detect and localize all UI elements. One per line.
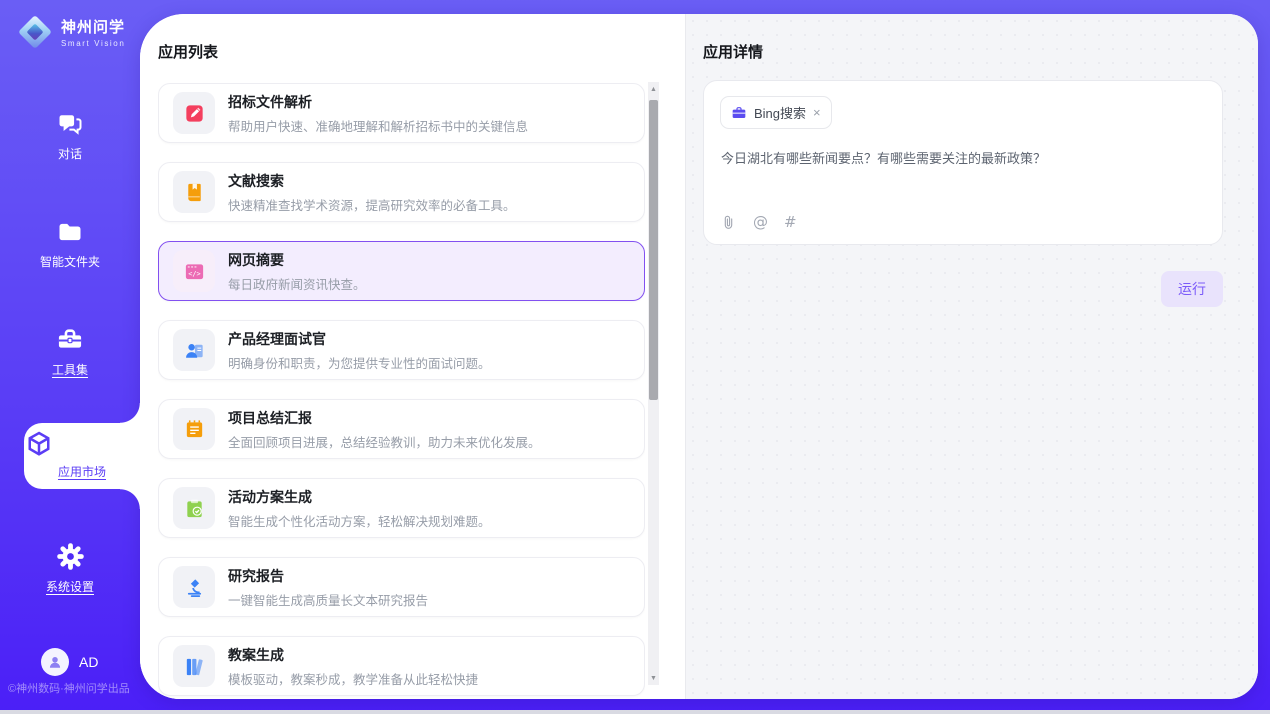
app-name: 研究报告 [228, 566, 428, 586]
browser-code-icon: </> [173, 250, 215, 292]
app-card-web-summary[interactable]: </> 网页摘要 每日政府新闻资讯快查。 [158, 241, 645, 301]
copyright-footer: ©神州数码·神州问学出品 [8, 680, 130, 696]
scrollbar-thumb[interactable] [649, 100, 658, 400]
active-tab-curve-top [120, 403, 140, 423]
chat-icon [0, 110, 140, 138]
note-icon [173, 408, 215, 450]
brand-name: 神州问学 [61, 16, 125, 37]
tool-chip-label: Bing搜索 [754, 103, 806, 122]
app-name: 教案生成 [228, 645, 478, 665]
scrollbar-up-button[interactable]: ▲ [648, 82, 659, 96]
sidebar-item-label: 智能文件夹 [0, 253, 140, 270]
paperclip-icon[interactable] [720, 214, 737, 231]
app-card-bid-doc-parse[interactable]: 招标文件解析 帮助用户快速、准确地理解和解析招标书中的关键信息 [158, 83, 645, 143]
sidebar-item-label: 对话 [0, 145, 140, 162]
run-row: 运行 [703, 271, 1223, 307]
microscope-icon [173, 566, 215, 608]
app-card-research-report[interactable]: 研究报告 一键智能生成高质量长文本研究报告 [158, 557, 645, 617]
brand-logo-icon [16, 13, 54, 51]
app-name: 文献搜索 [228, 171, 516, 191]
sidebar-item-label: 应用市场 [24, 463, 140, 480]
app-card-event-plan[interactable]: 活动方案生成 智能生成个性化活动方案，轻松解决规划难题。 [158, 478, 645, 538]
books-icon [173, 645, 215, 687]
scrollbar-down-button[interactable]: ▼ [648, 671, 659, 685]
run-button[interactable]: 运行 [1161, 271, 1223, 307]
app-name: 网页摘要 [228, 250, 366, 270]
bottom-edge [0, 710, 1270, 714]
app-detail-title: 应用详情 [703, 41, 763, 62]
cube-icon [24, 429, 140, 459]
user-account[interactable]: AD [41, 648, 98, 676]
app-card-pm-interviewer[interactable]: 产品经理面试官 明确身份和职责，为您提供专业性的面试问题。 [158, 320, 645, 380]
app-name: 招标文件解析 [228, 92, 528, 112]
at-icon[interactable]: @ [753, 213, 768, 231]
sidebar-item-smart-folder[interactable]: 智能文件夹 [0, 218, 140, 270]
gear-icon [0, 542, 140, 571]
app-name: 项目总结汇报 [228, 408, 541, 428]
app-detail-panel: 应用详情 Bing搜索 × 今日湖北有哪些新闻要点？有哪些需要关注的最新政策？ [685, 14, 1258, 699]
attachment-toolbar: @ # [720, 213, 797, 231]
tool-chip-bing-search[interactable]: Bing搜索 × [720, 96, 832, 129]
sidebar-item-chat[interactable]: 对话 [0, 110, 140, 162]
sidebar-item-toolset[interactable]: 工具集 [0, 326, 140, 378]
app-name: 产品经理面试官 [228, 329, 491, 349]
brand-logo: 神州问学 Smart Vision [16, 13, 125, 51]
briefcase-icon [731, 105, 747, 121]
app-list-panel: 应用列表 招标文件解析 帮助用户快速、准确地理解和解析招标书中的关键信息 [140, 14, 685, 699]
app-list: 招标文件解析 帮助用户快速、准确地理解和解析招标书中的关键信息 文献搜索 快速精… [158, 83, 645, 699]
app-desc: 明确身份和职责，为您提供专业性的面试问题。 [228, 353, 491, 372]
query-text[interactable]: 今日湖北有哪些新闻要点？有哪些需要关注的最新政策？ [721, 149, 1206, 169]
scrollbar[interactable]: ▲ ▼ [648, 82, 659, 685]
brand-subtitle: Smart Vision [61, 39, 125, 48]
app-desc: 快速精准查找学术资源，提高研究效率的必备工具。 [228, 195, 516, 214]
app-card-lesson-plan[interactable]: 教案生成 模板驱动，教案秒成，教学准备从此轻松快捷 [158, 636, 645, 696]
clipboard-check-icon [173, 487, 215, 529]
app-desc: 全面回顾项目进展，总结经验教训，助力未来优化发展。 [228, 432, 541, 451]
sidebar-item-label: 工具集 [0, 361, 140, 378]
main-content: 应用列表 招标文件解析 帮助用户快速、准确地理解和解析招标书中的关键信息 [140, 14, 1258, 699]
app-desc: 模板驱动，教案秒成，教学准备从此轻松快捷 [228, 669, 478, 688]
app-desc: 智能生成个性化活动方案，轻松解决规划难题。 [228, 511, 491, 530]
folder-icon [0, 218, 140, 246]
interviewer-icon [173, 329, 215, 371]
book-icon [173, 171, 215, 213]
sidebar-item-app-market[interactable]: 应用市场 [24, 423, 140, 489]
app-desc: 一键智能生成高质量长文本研究报告 [228, 590, 428, 609]
app-list-title: 应用列表 [158, 41, 218, 62]
prompt-card: Bing搜索 × 今日湖北有哪些新闻要点？有哪些需要关注的最新政策？ @ # [703, 80, 1223, 245]
app-desc: 每日政府新闻资讯快查。 [228, 274, 366, 293]
app-desc: 帮助用户快速、准确地理解和解析招标书中的关键信息 [228, 116, 528, 135]
sidebar-item-label: 系统设置 [0, 578, 140, 595]
active-tab-curve-bottom [120, 489, 140, 509]
doc-edit-icon [173, 92, 215, 134]
avatar [41, 648, 69, 676]
toolbox-icon [0, 326, 140, 354]
sidebar-item-settings[interactable]: 系统设置 [0, 542, 140, 595]
user-name: AD [79, 654, 98, 670]
hash-icon[interactable]: # [784, 213, 797, 231]
app-name: 活动方案生成 [228, 487, 491, 507]
close-icon[interactable]: × [813, 106, 821, 119]
app-card-literature-search[interactable]: 文献搜索 快速精准查找学术资源，提高研究效率的必备工具。 [158, 162, 645, 222]
sidebar: 神州问学 Smart Vision 对话 智能文件夹 [0, 0, 140, 714]
app-card-project-summary[interactable]: 项目总结汇报 全面回顾项目进展，总结经验教训，助力未来优化发展。 [158, 399, 645, 459]
svg-text:</>: </> [188, 269, 200, 277]
